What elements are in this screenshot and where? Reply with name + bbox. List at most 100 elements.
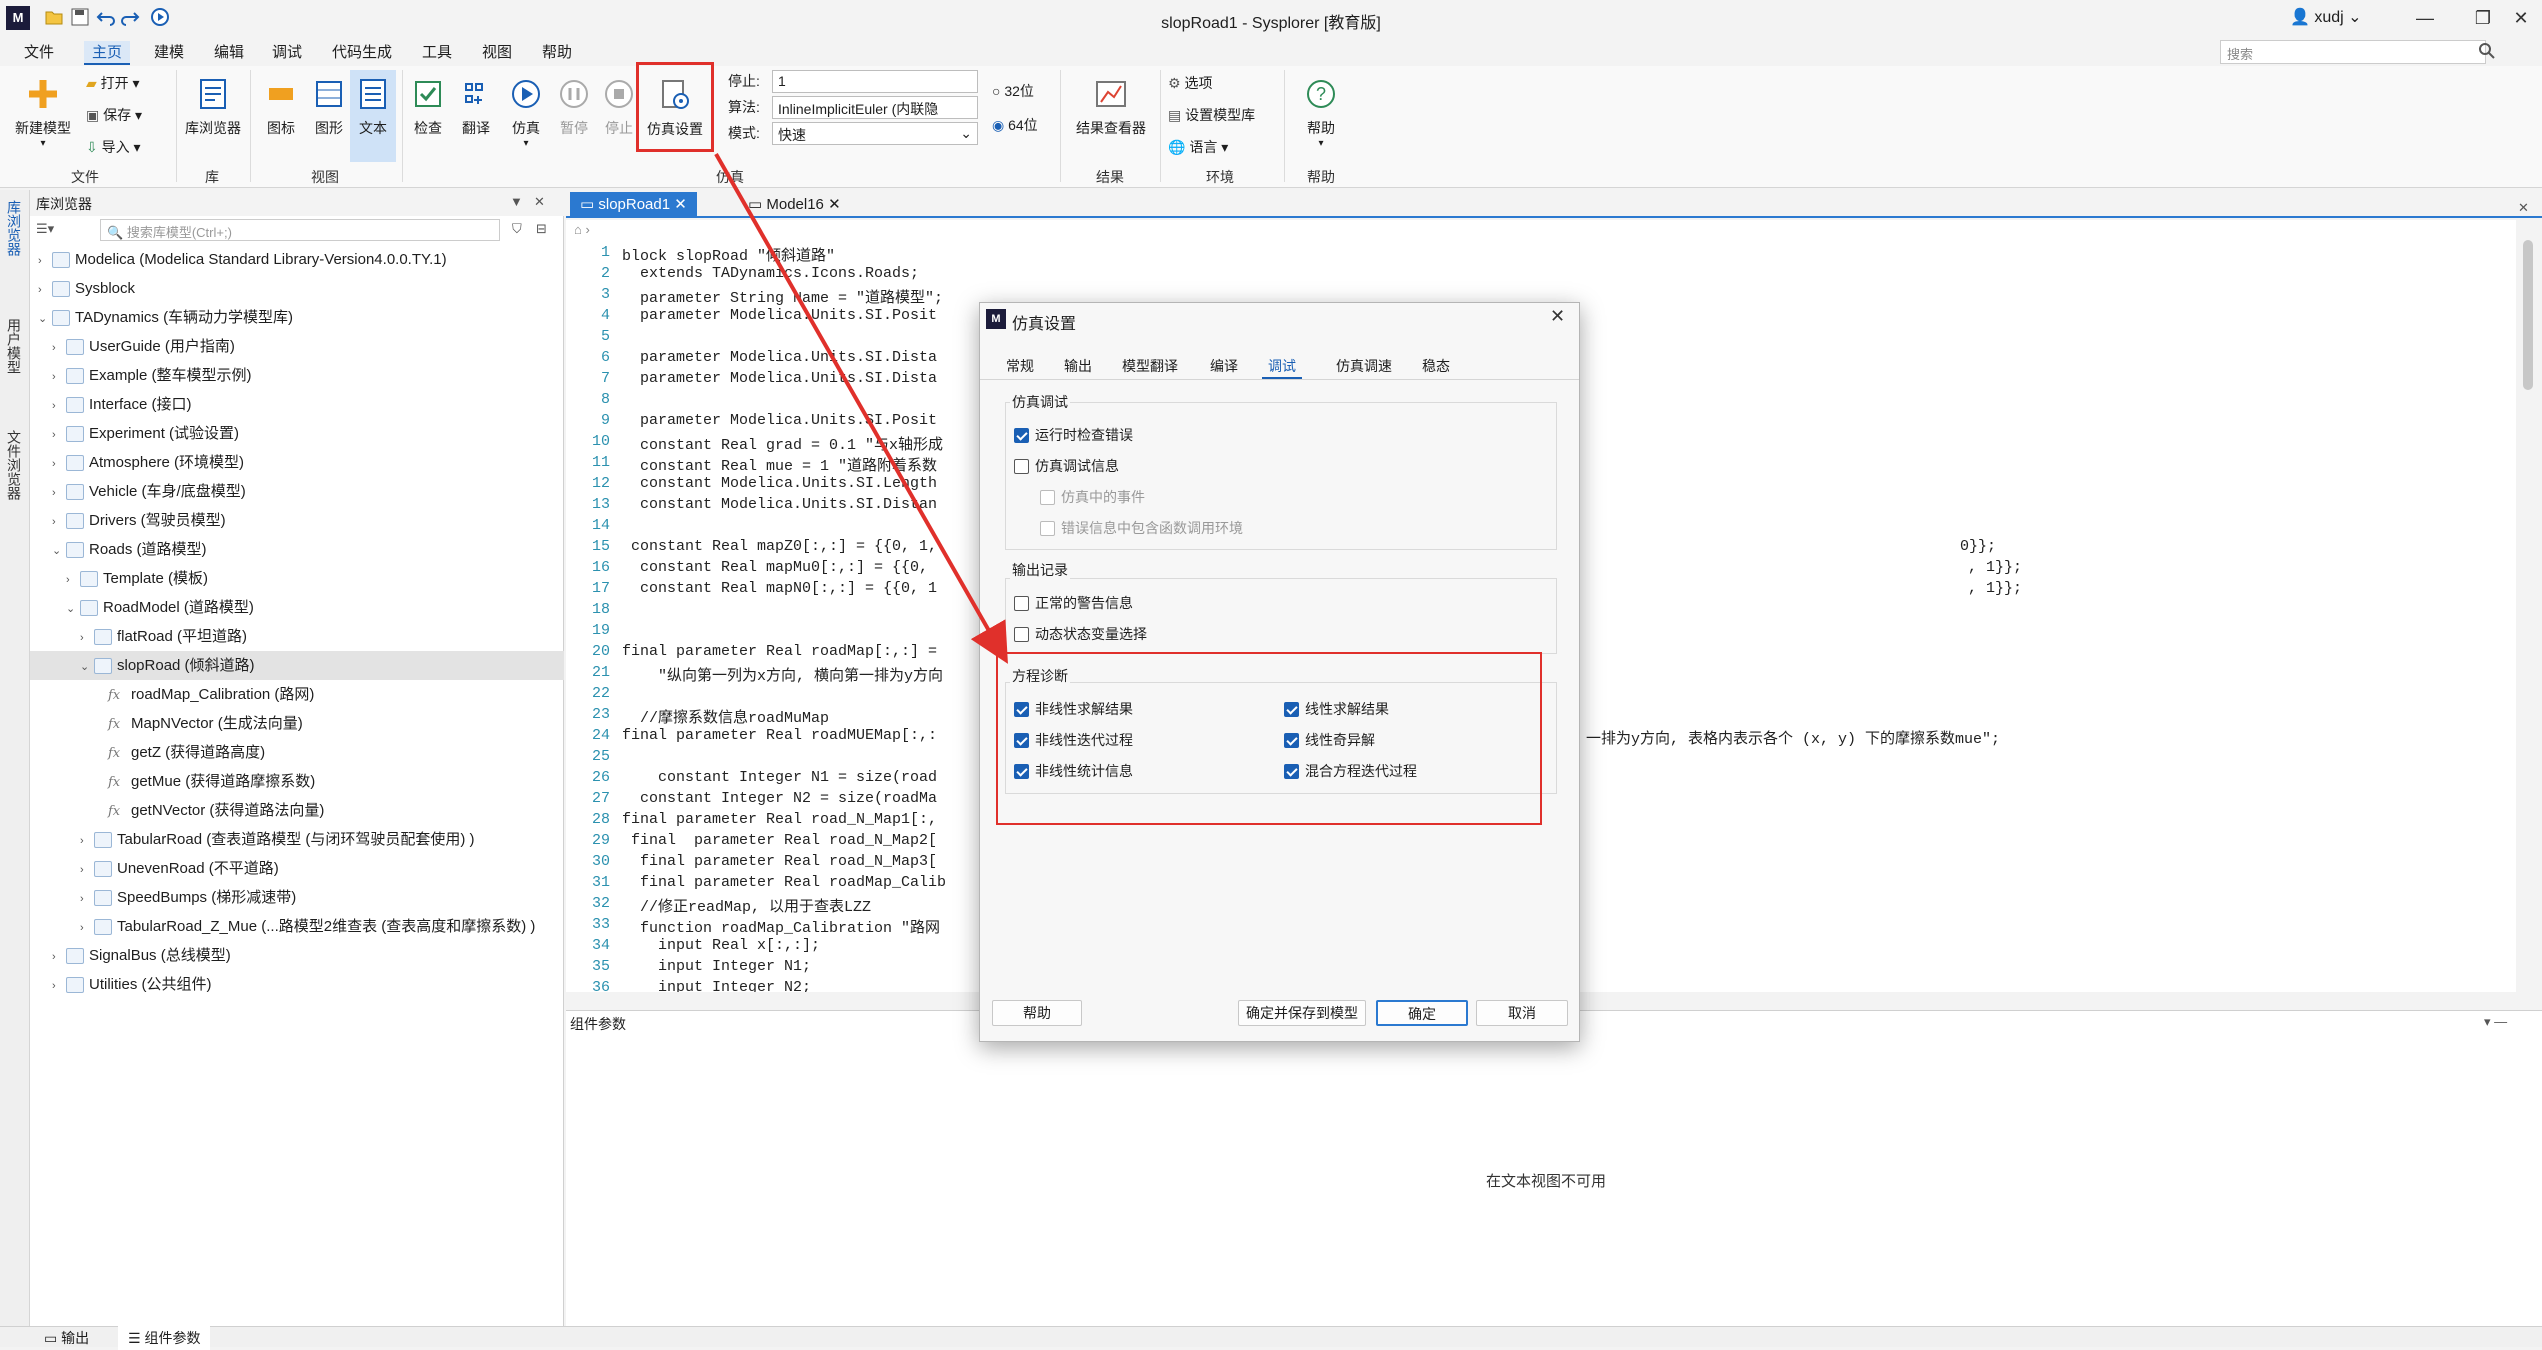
checkbox-checked-icon[interactable] <box>1284 733 1299 748</box>
tree-item[interactable]: fx MapNVector (生成法向量) <box>30 709 564 738</box>
tree-item[interactable]: › SignalBus (总线模型) <box>30 941 564 970</box>
tree-item[interactable]: › TabularRoad_Z_Mue (...路模型2维查表 (查表高度和摩擦系… <box>30 912 564 941</box>
bit64-radio[interactable]: ◉ 64位 <box>992 114 1038 136</box>
mode-select[interactable]: 快速 ⌄ <box>772 122 978 145</box>
checkbox-empty-icon[interactable] <box>1014 459 1029 474</box>
checkbox-checked-icon[interactable] <box>1284 702 1299 717</box>
search-icon[interactable] <box>2478 42 2496 60</box>
checkbox-empty-icon[interactable] <box>1014 596 1029 611</box>
save-button[interactable]: ▣ 保存 ▾ <box>86 104 142 126</box>
checkbox-option[interactable]: 仿真调试信息 <box>1014 455 1119 477</box>
side-tab-file-browser[interactable]: 文件浏览器 <box>4 430 24 500</box>
tree-item[interactable]: ⌄ RoadModel (道路模型) <box>30 593 564 622</box>
chevron-right-icon[interactable]: › <box>80 827 94 856</box>
checkbox-checked-icon[interactable] <box>1284 764 1299 779</box>
tree-item[interactable]: › SpeedBumps (梯形减速带) <box>30 883 564 912</box>
checkbox-empty-icon[interactable] <box>1040 521 1055 536</box>
chevron-right-icon[interactable]: › <box>52 943 66 972</box>
menu-codegen[interactable]: 代码生成 <box>324 41 400 65</box>
chevron-down-icon[interactable]: ⌄ <box>80 653 94 682</box>
close-button[interactable]: ✕ <box>2500 0 2542 36</box>
chevron-right-icon[interactable]: › <box>80 885 94 914</box>
bottom-tab-params[interactable]: ☰ 组件参数 <box>118 1326 211 1350</box>
chevron-right-icon[interactable]: › <box>52 421 66 450</box>
checkbox-option[interactable]: 混合方程迭代过程 <box>1284 760 1417 782</box>
checkbox-option[interactable]: 正常的警告信息 <box>1014 592 1133 614</box>
close-panel-icon[interactable]: ✕ <box>534 194 545 210</box>
menu-edit[interactable]: 编辑 <box>206 41 252 65</box>
chevron-right-icon[interactable]: › <box>80 624 94 653</box>
dialog-tab-general[interactable]: 常规 <box>1000 353 1040 379</box>
dialog-save-to-model-button[interactable]: 确定并保存到模型 <box>1238 1000 1366 1026</box>
dialog-ok-button[interactable]: 确定 <box>1376 1000 1468 1026</box>
chevron-right-icon[interactable]: › <box>52 450 66 479</box>
minimize-button[interactable]: — <box>2396 0 2454 36</box>
filter-icon[interactable]: ▼ <box>510 194 523 209</box>
tree-item[interactable]: › UserGuide (用户指南) <box>30 332 564 361</box>
chevron-right-icon[interactable]: › <box>52 508 66 537</box>
side-tab-user-models[interactable]: 用户模型 <box>4 318 24 374</box>
chevron-right-icon[interactable]: › <box>38 276 52 305</box>
editor-tab[interactable]: ▭ Model16 ✕ <box>738 192 851 218</box>
dialog-help-button[interactable]: 帮助 <box>992 1000 1082 1026</box>
checkbox-empty-icon[interactable] <box>1040 490 1055 505</box>
menu-debug[interactable]: 调试 <box>264 41 310 65</box>
checkbox-option[interactable]: 非线性统计信息 <box>1014 760 1133 782</box>
user-menu[interactable]: 👤 xudj ⌄ <box>2290 7 2362 27</box>
checkbox-checked-icon[interactable] <box>1014 764 1029 779</box>
tree-item[interactable]: fx getNVector (获得道路法向量) <box>30 796 564 825</box>
tab-close-icon[interactable]: ✕ <box>674 196 687 213</box>
chevron-right-icon[interactable]: › <box>52 363 66 392</box>
dialog-tab-translate[interactable]: 模型翻译 <box>1116 353 1184 379</box>
menu-help[interactable]: 帮助 <box>534 41 580 65</box>
tree-item[interactable]: › Interface (接口) <box>30 390 564 419</box>
stop-time-input[interactable]: 1 <box>772 70 978 93</box>
chevron-down-icon[interactable]: ⌄ <box>38 305 52 334</box>
bottom-tab-output[interactable]: ▭ 输出 <box>44 1328 89 1348</box>
collapse-icon[interactable]: ⊟ <box>536 221 547 237</box>
dialog-tab-compile[interactable]: 编译 <box>1204 353 1244 379</box>
chevron-down-icon[interactable]: ⌄ <box>66 595 80 624</box>
checkbox-option[interactable]: 非线性迭代过程 <box>1014 729 1133 751</box>
menu-modeling[interactable]: 建模 <box>146 41 192 65</box>
tree-item[interactable]: › Utilities (公共组件) <box>30 970 564 999</box>
help-button[interactable]: ? 帮助 ▾ <box>1290 76 1352 149</box>
menu-view[interactable]: 视图 <box>474 41 520 65</box>
translate-button[interactable]: 翻译 <box>452 76 500 138</box>
checkbox-option[interactable]: 线性奇异解 <box>1284 729 1375 751</box>
diagram-view-button[interactable]: 图形 <box>306 76 352 138</box>
panel-menu-icon[interactable]: ▾ — <box>2484 1014 2507 1030</box>
checkbox-option[interactable]: 仿真中的事件 <box>1040 486 1145 508</box>
tree-item[interactable]: ⌄ TADynamics (车辆动力学模型库) <box>30 303 564 332</box>
options-button[interactable]: ⚙ 选项 <box>1168 72 1212 94</box>
tree-item[interactable]: › Template (模板) <box>30 564 564 593</box>
algorithm-select[interactable]: InlineImplicitEuler (内联隐 <box>772 96 978 119</box>
chevron-right-icon[interactable]: › <box>66 566 80 595</box>
text-view-button[interactable]: 文本 <box>350 70 396 162</box>
dialog-tab-speed[interactable]: 仿真调速 <box>1330 353 1398 379</box>
list-view-icon[interactable]: ☰▾ <box>36 221 54 237</box>
tree-item[interactable]: › TabularRoad (查表道路模型 (与闭环驾驶员配套使用) ) <box>30 825 564 854</box>
chevron-right-icon[interactable]: › <box>52 334 66 363</box>
tree-item[interactable]: › Example (整车模型示例) <box>30 361 564 390</box>
dialog-cancel-button[interactable]: 取消 <box>1476 1000 1568 1026</box>
open-button[interactable]: ▰ 打开 ▾ <box>86 72 140 94</box>
set-model-lib-button[interactable]: ▤ 设置模型库 <box>1168 104 1255 126</box>
tree-item[interactable]: fx getZ (获得道路高度) <box>30 738 564 767</box>
tree-item[interactable]: › Atmosphere (环境模型) <box>30 448 564 477</box>
filter-funnel-icon[interactable]: ⛉ <box>512 221 522 237</box>
library-search-input[interactable]: 🔍 搜索库模型(Ctrl+;) <box>100 219 500 241</box>
checkbox-empty-icon[interactable] <box>1014 627 1029 642</box>
checkbox-option[interactable]: 动态状态变量选择 <box>1014 623 1147 645</box>
tree-item[interactable]: › Modelica (Modelica Standard Library-Ver… <box>30 245 564 274</box>
dialog-tab-output[interactable]: 输出 <box>1058 353 1098 379</box>
new-model-button[interactable]: 新建模型 ▾ <box>6 76 80 149</box>
bit32-radio[interactable]: ○ 32位 <box>992 80 1034 102</box>
menu-home[interactable]: 主页 <box>84 41 131 65</box>
editor-tab-active[interactable]: ▭ slopRoad1 ✕ <box>570 192 697 218</box>
checkbox-checked-icon[interactable] <box>1014 702 1029 717</box>
chevron-right-icon[interactable]: › <box>52 392 66 421</box>
checkbox-checked-icon[interactable] <box>1014 733 1029 748</box>
chevron-down-icon[interactable]: ⌄ <box>52 537 66 566</box>
tree-item[interactable]: › UnevenRoad (不平道路) <box>30 854 564 883</box>
